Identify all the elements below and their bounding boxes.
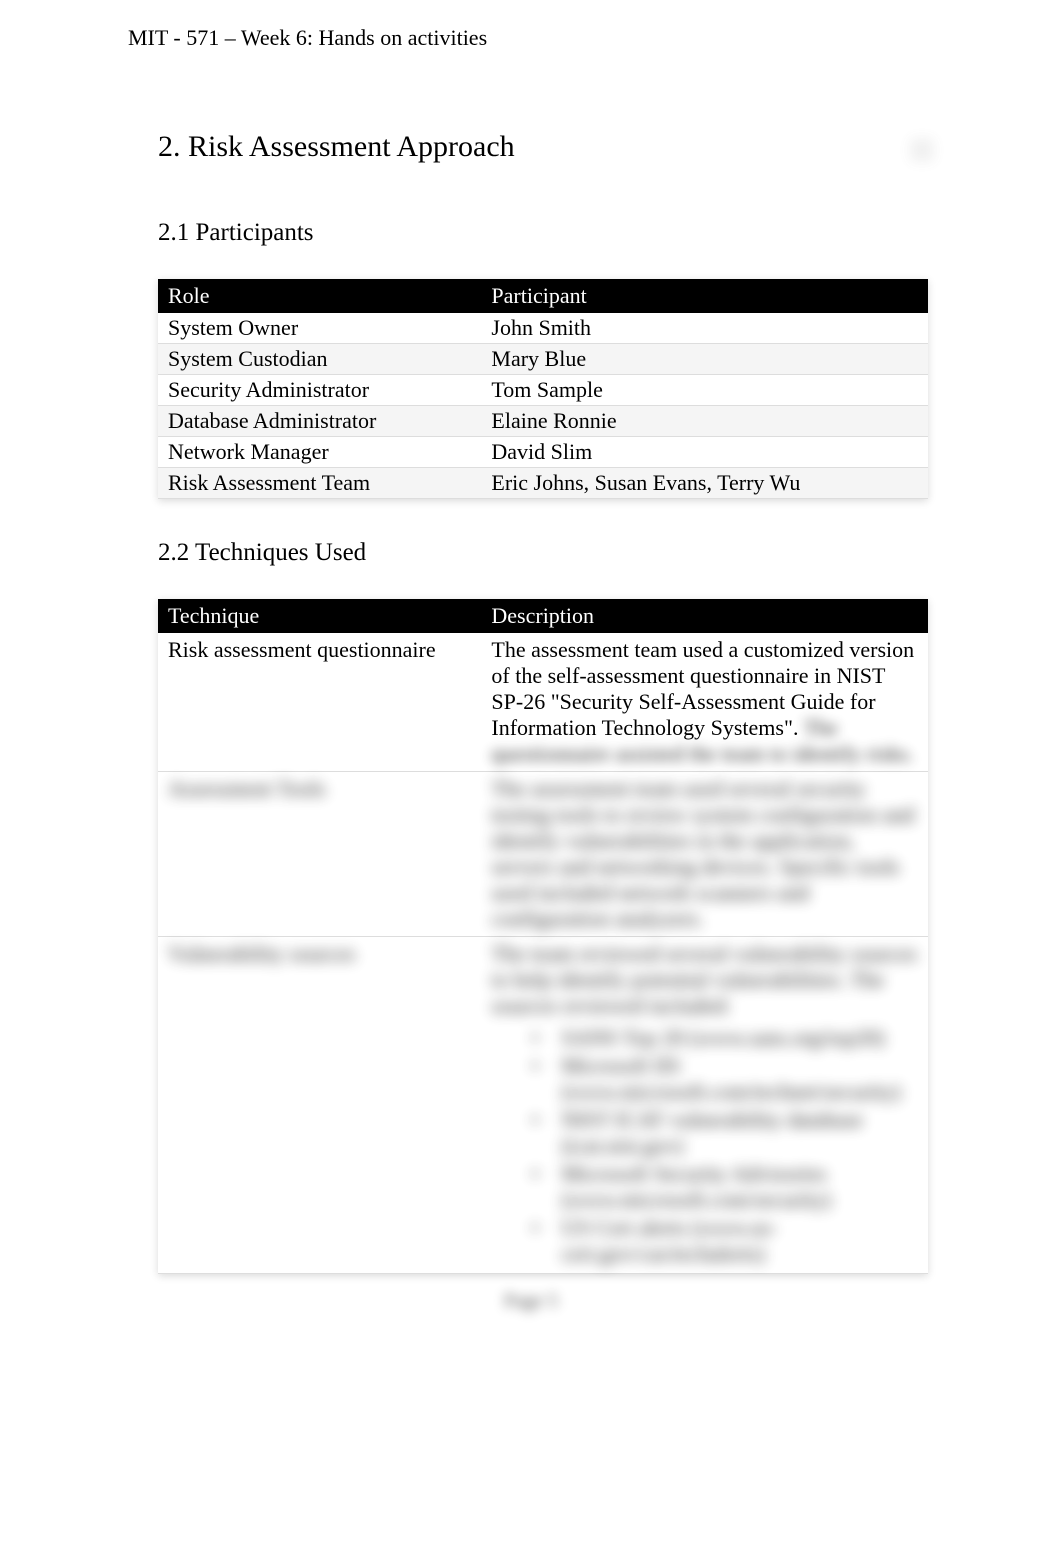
list-item: SANS Top 20 (www.sans.org/top20) [541, 1025, 918, 1051]
table-row-blurred: Vulnerability sources The team reviewed … [158, 937, 928, 1274]
table-row: Network Manager David Slim [158, 437, 928, 468]
table-row: System Owner John Smith [158, 313, 928, 344]
document-content: 2. Risk Assessment Approach 2.1 Particip… [158, 130, 928, 1314]
table-header-row: Role Participant [158, 279, 928, 313]
cell-description: The assessment team used several securit… [481, 772, 928, 937]
cell-technique: Risk assessment questionnaire [158, 633, 481, 772]
cell-description: The team reviewed several vulnerability … [481, 937, 928, 1274]
column-header-technique: Technique [158, 599, 481, 633]
section-title: 2. Risk Assessment Approach [158, 130, 928, 164]
cell-role: System Custodian [158, 344, 481, 375]
techniques-heading: 2.2 Techniques Used [158, 539, 928, 567]
participants-table: Role Participant System Owner John Smith… [158, 279, 928, 499]
table-row: Security Administrator Tom Sample [158, 375, 928, 406]
cell-role: Network Manager [158, 437, 481, 468]
page-header: MIT - 571 – Week 6: Hands on activities [128, 25, 487, 51]
page-number: Page 5 [0, 1290, 1062, 1313]
cell-participant: Tom Sample [481, 375, 928, 406]
cell-technique: Vulnerability sources [158, 937, 481, 1274]
vulnerability-list: SANS Top 20 (www.sans.org/top20) Microso… [491, 1019, 918, 1267]
cell-role: Database Administrator [158, 406, 481, 437]
table-row: Risk Assessment Team Eric Johns, Susan E… [158, 468, 928, 499]
table-row-blurred: Assessment Tools The assessment team use… [158, 772, 928, 937]
cell-participant: David Slim [481, 437, 928, 468]
column-header-participant: Participant [481, 279, 928, 313]
cell-participant: Elaine Ronnie [481, 406, 928, 437]
table-row: System Custodian Mary Blue [158, 344, 928, 375]
column-header-description: Description [481, 599, 928, 633]
cell-role: Risk Assessment Team [158, 468, 481, 499]
cell-participant: Mary Blue [481, 344, 928, 375]
table-row: Database Administrator Elaine Ronnie [158, 406, 928, 437]
list-item: Microsoft Security Advisories (www.micro… [541, 1161, 918, 1213]
description-clear: The assessment team used a customized ve… [491, 637, 914, 740]
column-header-role: Role [158, 279, 481, 313]
list-item: US Cert alerts (www.us-cert.gov/cas/tech… [541, 1215, 918, 1267]
cell-role: System Owner [158, 313, 481, 344]
cell-description: The assessment team used a customized ve… [481, 633, 928, 772]
cell-participant: Eric Johns, Susan Evans, Terry Wu [481, 468, 928, 499]
description-text: The team reviewed several vulnerability … [491, 941, 917, 1018]
cell-participant: John Smith [481, 313, 928, 344]
techniques-table: Technique Description Risk assessment qu… [158, 599, 928, 1274]
table-row: Risk assessment questionnaire The assess… [158, 633, 928, 772]
table-header-row: Technique Description [158, 599, 928, 633]
cell-technique: Assessment Tools [158, 772, 481, 937]
participants-heading: 2.1 Participants [158, 219, 928, 247]
cell-role: Security Administrator [158, 375, 481, 406]
list-item: NIST ICAT vulnerability database (icat.n… [541, 1107, 918, 1159]
list-item: Microsoft IIS (www.microsoft.com/technet… [541, 1053, 918, 1105]
